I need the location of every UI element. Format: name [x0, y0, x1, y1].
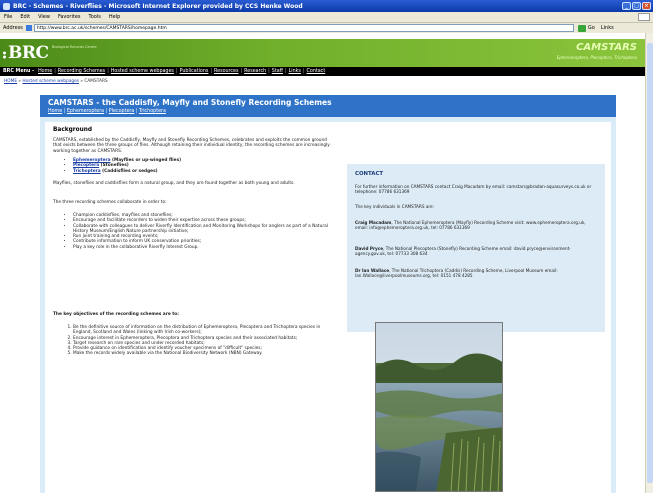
scheme-panel: CAMSTARS - the Caddisfly, Mayfly and Sto…	[40, 95, 616, 493]
window-controls: _ □ ×	[622, 2, 651, 10]
address-bar: Address http://www.brc.ac.uk/schemes/CAM…	[0, 22, 653, 33]
scheme-nav-trichoptera[interactable]: Trichoptera	[139, 109, 166, 114]
scrollbar-thumb[interactable]	[647, 43, 653, 483]
browser-menubar: File Edit View Favorites Tools Help	[0, 12, 653, 22]
menu-view[interactable]: View	[38, 14, 50, 20]
site-menu-home[interactable]: Home	[38, 69, 52, 74]
river-photo	[375, 322, 503, 492]
collab-list: Champion caddisflies, mayflies and stone…	[67, 213, 337, 250]
vertical-scrollbar[interactable]	[645, 33, 653, 493]
natural-group-paragraph: Mayflies, stoneflies and caddisflies for…	[53, 181, 295, 186]
go-label: Go	[587, 25, 595, 31]
logo-dots-icon	[3, 51, 6, 59]
scheme-nav-ephemeroptera[interactable]: Ephemeroptera	[67, 109, 104, 114]
address-label: Address	[3, 25, 23, 31]
objectives-list: Be the definitive source of information …	[67, 325, 339, 357]
groups-list: Ephemeroptera (Mayflies or up-winged fli…	[67, 158, 181, 174]
site-menu: BRC Menu - Home | Recording Schemes | Host…	[0, 67, 645, 76]
site-menu-label: BRC Menu -	[3, 69, 35, 74]
menu-file[interactable]: File	[4, 14, 12, 20]
list-item: Collaborate with colleagues to deliver R…	[73, 224, 337, 235]
scheme-nav: Home | Ephemeroptera | Plecoptera | Tric…	[48, 109, 166, 114]
menu-tools[interactable]: Tools	[89, 14, 101, 20]
site-menu-research[interactable]: Research	[244, 69, 266, 74]
go-arrow-icon	[577, 24, 586, 32]
links-button[interactable]: Links	[601, 25, 614, 31]
breadcrumb-current: CAMSTARS	[84, 79, 108, 84]
header-title: CAMSTARS	[576, 42, 637, 53]
background-heading: Background	[53, 127, 93, 133]
site-menu-staff[interactable]: Staff	[272, 69, 283, 74]
menu-favorites[interactable]: Favorites	[58, 14, 81, 20]
window-title: BRC - Schemes - Riverflies - Microsoft I…	[13, 2, 303, 10]
link-plecoptera[interactable]: Plecoptera	[73, 163, 99, 168]
site-menu-recording-schemes[interactable]: Recording Schemes	[58, 69, 105, 74]
menu-edit[interactable]: Edit	[20, 14, 30, 20]
collab-intro: The three recording schemes collaborate …	[53, 200, 167, 205]
minimize-icon[interactable]: _	[622, 2, 631, 10]
go-button[interactable]: Go	[577, 24, 595, 32]
breadcrumb-home[interactable]: HOME	[4, 79, 17, 84]
page-icon	[25, 25, 32, 31]
site-menu-hosted-scheme-webpages[interactable]: Hosted scheme webpages	[111, 69, 174, 74]
site-menu-publications[interactable]: Publications	[180, 69, 209, 74]
link-trichoptera[interactable]: Trichoptera	[73, 169, 101, 174]
objectives-heading: The key objectives of the recording sche…	[53, 312, 179, 317]
ie-icon	[3, 2, 10, 10]
contact-heading: CONTACT	[355, 171, 384, 177]
brc-logo[interactable]: BRC	[8, 43, 49, 63]
scheme-nav-home[interactable]: Home	[48, 109, 62, 114]
header-subtitle: Ephemeroptera, Plecoptera, Trichoptera	[556, 55, 637, 60]
contact-person: Dr Ian Wallace, The National Trichoptera…	[355, 268, 558, 279]
scheme-header: CAMSTARS - the Caddisfly, Mayfly and Sto…	[40, 95, 616, 117]
close-icon[interactable]: ×	[642, 2, 651, 10]
window-titlebar: BRC - Schemes - Riverflies - Microsoft I…	[0, 0, 653, 12]
main-content: Background CAMSTARS, established by the …	[45, 122, 611, 493]
brc-logo-tagline: Biological Records Centre	[52, 45, 97, 49]
intro-paragraph: CAMSTARS, established by the Caddisfly, …	[53, 138, 330, 154]
site-header: BRC Biological Records Centre CAMSTARS E…	[0, 39, 645, 67]
menu-help[interactable]: Help	[109, 14, 120, 20]
site-menu-resources[interactable]: Resources	[214, 69, 239, 74]
contact-info: For further information on CAMSTARS cont…	[355, 184, 592, 195]
windows-logo-icon	[638, 13, 650, 21]
contact-key-intro: The key individuals in CAMSTARS are:	[355, 204, 435, 209]
site-menu-links[interactable]: Links	[289, 69, 301, 74]
contact-box: CONTACT For further information on CAMST…	[347, 164, 605, 332]
list-item: Trichoptera (Caddisflies or sedges)	[73, 169, 181, 174]
contact-person: David Pryce, The National Plecoptera (St…	[355, 246, 571, 257]
maximize-icon[interactable]: □	[632, 2, 641, 10]
list-item: Make the records widely available via th…	[73, 351, 339, 356]
site-menu-contact[interactable]: Contact	[307, 69, 326, 74]
breadcrumb-hosted[interactable]: Hosted scheme webpages	[22, 79, 79, 84]
list-item: Be the definitive source of information …	[73, 325, 339, 336]
contact-person: Craig Macadam, The National Ephemeropter…	[355, 220, 586, 231]
breadcrumb: HOME » Hosted scheme webpages » CAMSTARS	[4, 79, 108, 84]
scheme-nav-plecoptera[interactable]: Plecoptera	[109, 109, 135, 114]
list-item: Play a key role in the collaborative Riv…	[73, 245, 337, 250]
address-input[interactable]: http://www.brc.ac.uk/schemes/CAMSTARS/ho…	[33, 24, 574, 32]
page-viewport: BRC Biological Records Centre CAMSTARS E…	[0, 33, 645, 493]
scheme-title: CAMSTARS - the Caddisfly, Mayfly and Sto…	[48, 98, 332, 107]
